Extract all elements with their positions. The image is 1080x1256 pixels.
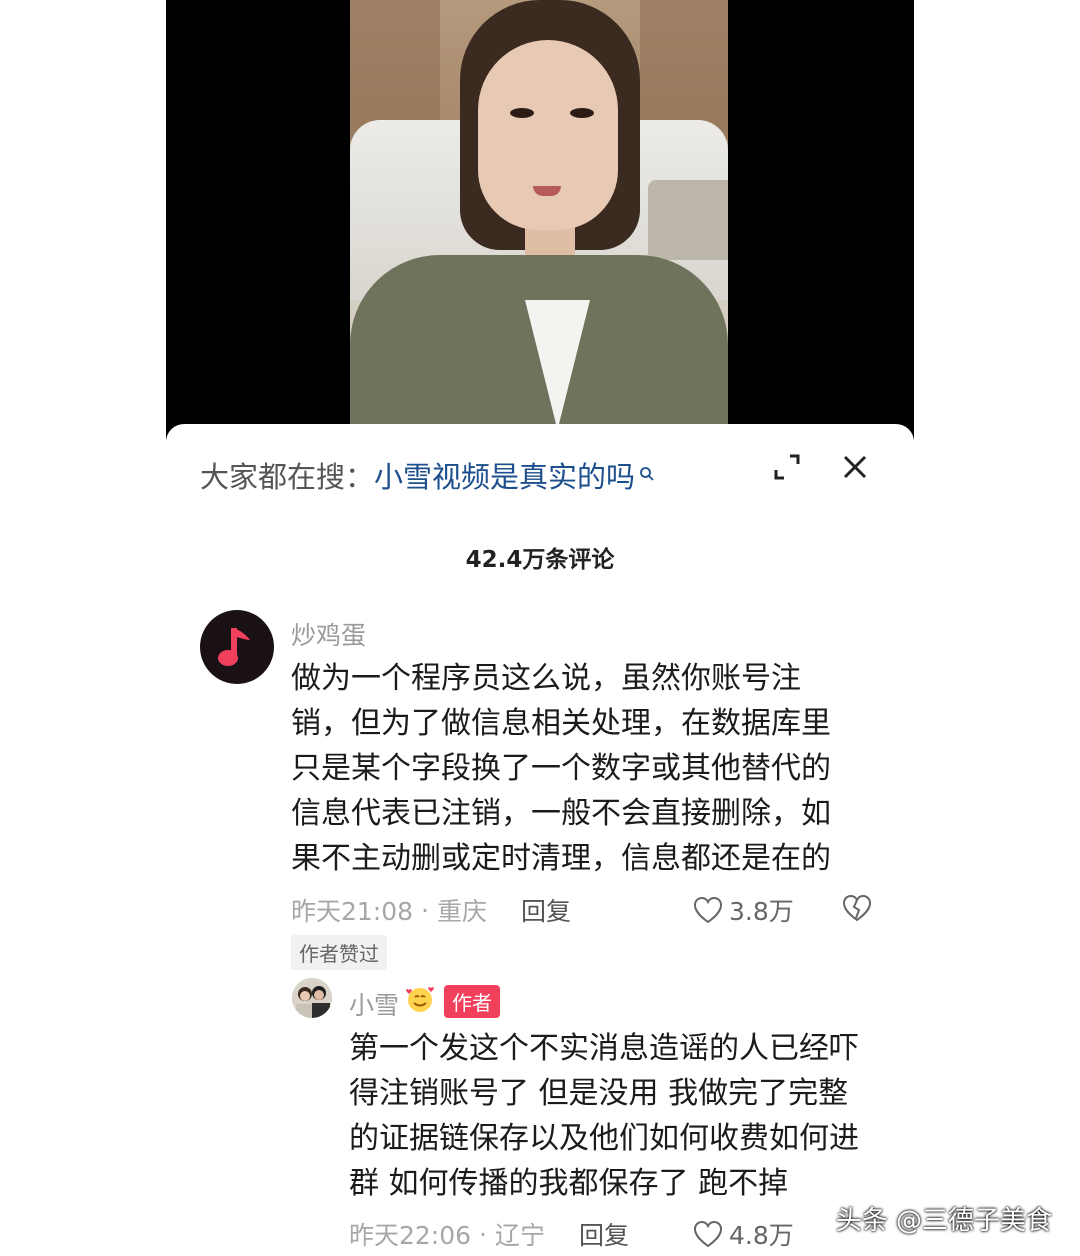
reply-location: 辽宁 — [495, 1221, 546, 1250]
like-count: 3.8万 — [729, 897, 794, 926]
comment-line: 只是某个字段换了一个数字或其他替代的 — [291, 751, 831, 786]
meta-separator: · — [479, 1219, 487, 1249]
video-frame — [350, 0, 728, 424]
comment-meta: 昨天21:08 · 重庆 回复 — [291, 892, 571, 928]
comment-body: 做为一个程序员这么说，虽然你账号注 销，但为了做信息相关处理，在数据库里 只是某… — [291, 656, 831, 881]
video-player[interactable] — [166, 0, 914, 440]
wall-panel — [640, 0, 728, 140]
comment-line: 信息代表已注销，一般不会直接删除，如 — [291, 796, 831, 831]
close-icon[interactable] — [840, 452, 870, 482]
reply-username[interactable]: 小雪 — [349, 986, 399, 1022]
heart-icon — [693, 896, 723, 924]
person-face — [478, 40, 618, 230]
reply-line: 群 如何传播的我都保存了 跑不掉 — [349, 1166, 789, 1201]
reply-meta: 昨天22:06 · 辽宁 回复 — [349, 1216, 629, 1252]
reply-time: 昨天22:06 — [349, 1221, 472, 1250]
comment-line: 销，但为了做信息相关处理，在数据库里 — [291, 706, 831, 741]
reply-button[interactable]: 回复 — [579, 1216, 629, 1252]
comment-location: 重庆 — [437, 897, 488, 926]
trending-search[interactable]: 大家都在搜： 小雪视频是真实的吗 — [200, 452, 655, 498]
search-icon[interactable] — [639, 455, 655, 481]
pillow — [648, 180, 728, 260]
expand-icon[interactable] — [772, 452, 802, 482]
watermark: 头条 @三德子美食 — [835, 1206, 1052, 1236]
reply-line: 第一个发这个不实消息造谣的人已经吓 — [349, 1031, 859, 1066]
trending-search-label: 大家都在搜： — [200, 460, 375, 494]
wall-panel — [350, 0, 440, 140]
trending-search-term[interactable]: 小雪视频是真实的吗 — [374, 454, 635, 496]
heart-icon — [693, 1220, 723, 1248]
meta-separator: · — [421, 895, 429, 925]
comment-username[interactable]: 炒鸡蛋 — [291, 616, 366, 652]
smiling-face-hearts-icon — [404, 984, 436, 1014]
reply-line: 的证据链保存以及他们如何收费如何进 — [349, 1121, 859, 1156]
reply-avatar[interactable] — [292, 978, 332, 1018]
comment-line: 做为一个程序员这么说，虽然你账号注 — [291, 661, 801, 696]
author-tag: 作者 — [444, 985, 500, 1018]
person-eye — [510, 108, 534, 118]
broken-heart-icon[interactable] — [842, 894, 872, 926]
reply-like-button[interactable]: 4.8万 — [693, 1216, 794, 1252]
author-liked-badge: 作者赞过 — [291, 935, 387, 970]
person-eye — [570, 108, 594, 118]
page: 大家都在搜： 小雪视频是真实的吗 42.4万条评论 炒鸡蛋 做为一个程序员这么说… — [0, 0, 1080, 1256]
like-button[interactable]: 3.8万 — [693, 892, 794, 928]
reply-line: 得注销账号了 但是没用 我做完了完整 — [349, 1076, 849, 1111]
comment-time: 昨天21:08 — [291, 897, 414, 926]
comment-count: 42.4万条评论 — [465, 547, 615, 573]
reply-like-count: 4.8万 — [729, 1221, 794, 1250]
comment-line: 果不主动删或定时清理，信息都还是在的 — [291, 841, 831, 876]
music-note-icon — [218, 628, 250, 666]
reply-button[interactable]: 回复 — [521, 892, 571, 928]
avatar[interactable] — [200, 610, 274, 684]
reply-body: 第一个发这个不实消息造谣的人已经吓 得注销账号了 但是没用 我做完了完整 的证据… — [349, 1026, 859, 1206]
